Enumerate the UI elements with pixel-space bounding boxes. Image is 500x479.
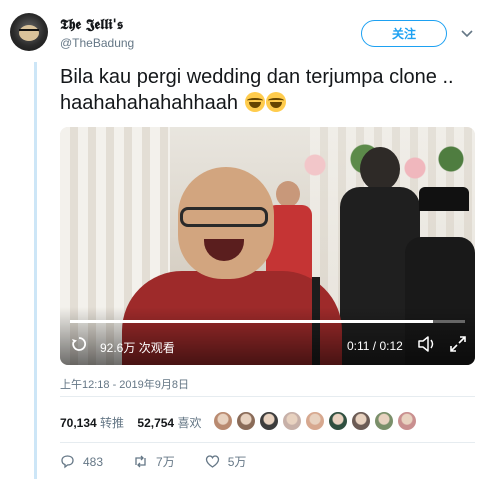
reply-icon [61, 455, 74, 469]
display-name[interactable]: 𝕿𝖍𝖊 𝕵𝖊𝖑𝖑𝖎'𝖘 [60, 17, 123, 33]
reply-button[interactable]: 483 [60, 454, 103, 469]
avatar-glasses [19, 29, 39, 34]
video-time: 0:11 / 0:12 [347, 339, 403, 353]
liker-avatar[interactable] [282, 411, 302, 431]
likes-label[interactable]: 喜欢 [177, 416, 201, 430]
controls-overlay [60, 307, 475, 365]
retweet-icon [135, 455, 146, 468]
retweets-label[interactable]: 转推 [100, 416, 124, 430]
thread-line [34, 62, 37, 479]
user-handle[interactable]: @TheBadung [60, 36, 134, 50]
progress-fill [70, 320, 434, 323]
liker-avatar[interactable] [328, 411, 348, 431]
replay-icon[interactable] [70, 335, 88, 353]
tweet-actions: 483 7万 5万 [60, 453, 276, 470]
view-count: 92.6万 次观看 [100, 341, 175, 355]
face-with-tears-of-joy-icon [244, 92, 265, 112]
divider [60, 442, 475, 443]
tweet-timestamp[interactable]: 上午12:18 - 2019年9月8日 [60, 376, 189, 392]
liker-avatars[interactable] [213, 411, 417, 433]
like-button[interactable]: 5万 [205, 453, 247, 470]
reply-count: 483 [83, 454, 104, 469]
chevron-down-icon[interactable] [461, 29, 473, 39]
retweet-button[interactable]: 7万 [133, 453, 175, 470]
divider [60, 396, 475, 397]
avatar[interactable] [10, 13, 48, 51]
liker-avatar[interactable] [259, 411, 279, 431]
heart-icon [205, 455, 219, 468]
volume-icon[interactable] [417, 335, 437, 353]
follow-button[interactable]: 关注 [361, 20, 447, 47]
likes-count[interactable]: 52,754 [137, 416, 174, 430]
retweet-count: 7万 [156, 455, 175, 469]
engagement-stats: 70,134 转推 52,754 喜欢 [60, 414, 201, 431]
liker-avatar[interactable] [236, 411, 256, 431]
liker-avatar[interactable] [374, 411, 394, 431]
liker-avatar[interactable] [351, 411, 371, 431]
liker-avatar[interactable] [397, 411, 417, 431]
tweet-text: Bila kau pergi wedding dan terjumpa clon… [60, 64, 480, 116]
video-player[interactable]: 92.6万 次观看 0:11 / 0:12 [60, 127, 475, 365]
fullscreen-icon[interactable] [449, 335, 467, 353]
like-count: 5万 [227, 455, 247, 469]
liker-avatar[interactable] [305, 411, 325, 431]
liker-avatar[interactable] [213, 411, 233, 431]
progress-bar[interactable] [70, 320, 465, 323]
face-with-tears-of-joy-icon [265, 92, 286, 112]
retweets-count[interactable]: 70,134 [60, 416, 97, 430]
